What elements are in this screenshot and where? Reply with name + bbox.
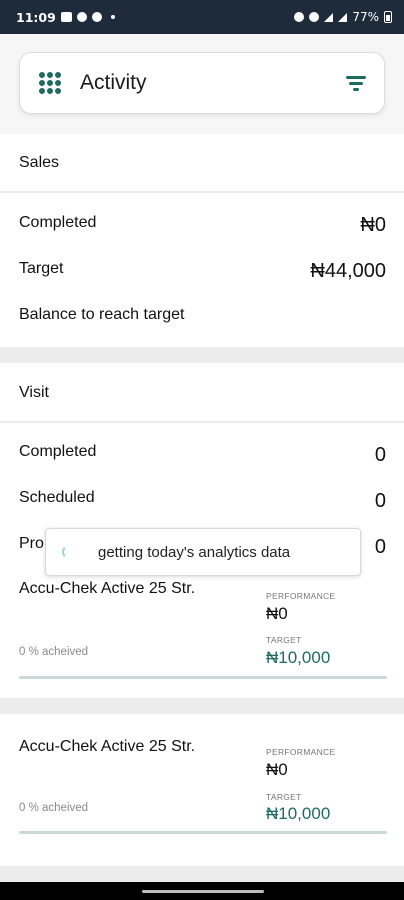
- vibrate-icon: [294, 12, 305, 22]
- progress-bar: [19, 676, 387, 679]
- visit-title: Visit: [19, 384, 49, 401]
- visit-scheduled-label: Scheduled: [19, 489, 95, 506]
- sales-completed-label: Completed: [19, 214, 97, 231]
- sales-target-label: Target: [19, 260, 64, 277]
- performance-value: ₦0: [266, 604, 288, 623]
- performance-value: ₦0: [266, 760, 288, 779]
- target-label: TARGET: [266, 792, 302, 802]
- visit-third-label: Pro: [19, 535, 44, 552]
- progress-bar: [19, 831, 387, 834]
- status-time: 11:09: [16, 9, 56, 25]
- whatsapp-notification-icon: [76, 12, 87, 22]
- home-gesture-handle[interactable]: [142, 890, 264, 893]
- target-label: TARGET: [266, 635, 302, 645]
- product-name: Accu-Chek Active 25 Str.: [19, 738, 196, 755]
- apps-grid-icon[interactable]: [39, 72, 61, 94]
- battery-icon: [384, 11, 392, 23]
- header-card: Activity: [19, 52, 385, 114]
- signal-icon-2: [338, 12, 348, 22]
- gesture-nav-bar: [0, 882, 404, 900]
- achieved-text: 0 % acheived: [19, 646, 89, 658]
- location-icon: [309, 12, 320, 22]
- gallery-notification-icon: [60, 12, 72, 22]
- visit-completed-label: Completed: [19, 443, 97, 460]
- visit-scheduled-value: 0: [374, 490, 386, 512]
- target-value: ₦10,000: [266, 648, 331, 667]
- performance-label: PERFORMANCE: [266, 591, 336, 601]
- app-notification-icon: [91, 12, 102, 22]
- visit-completed-value: 0: [374, 444, 386, 466]
- visit-section-header: Visit: [0, 363, 404, 421]
- more-notifications-icon: [110, 15, 115, 19]
- sales-section-header: Sales: [0, 134, 404, 191]
- sales-balance-label: Balance to reach target: [19, 306, 185, 323]
- battery-percentage: 77%: [352, 10, 379, 24]
- filter-icon[interactable]: [346, 75, 366, 91]
- product-card[interactable]: Accu-Chek Active 25 Str. PERFORMANCE ₦0 …: [0, 558, 404, 698]
- loading-spinner-icon: [62, 545, 76, 559]
- visit-third-value: 0: [374, 536, 386, 558]
- performance-label: PERFORMANCE: [266, 747, 336, 757]
- status-bar: 11:09 77%: [0, 0, 404, 34]
- page-title: Activity: [80, 71, 147, 94]
- sales-section: Completed ₦0 Target ₦44,000 Balance to r…: [0, 193, 404, 347]
- toast-message: getting today's analytics data: [98, 543, 291, 561]
- product-name: Accu-Chek Active 25 Str.: [19, 580, 196, 597]
- target-value: ₦10,000: [266, 804, 331, 823]
- achieved-text: 0 % acheived: [19, 802, 89, 814]
- sales-title: Sales: [19, 154, 60, 171]
- signal-icon: [324, 12, 334, 22]
- loading-toast: getting today's analytics data: [45, 528, 361, 576]
- header-area: Activity: [0, 34, 404, 134]
- sales-target-value: ₦44,000: [310, 260, 386, 282]
- product-card[interactable]: Accu-Chek Active 25 Str. PERFORMANCE ₦0 …: [0, 714, 404, 866]
- sales-completed-value: ₦0: [360, 214, 386, 236]
